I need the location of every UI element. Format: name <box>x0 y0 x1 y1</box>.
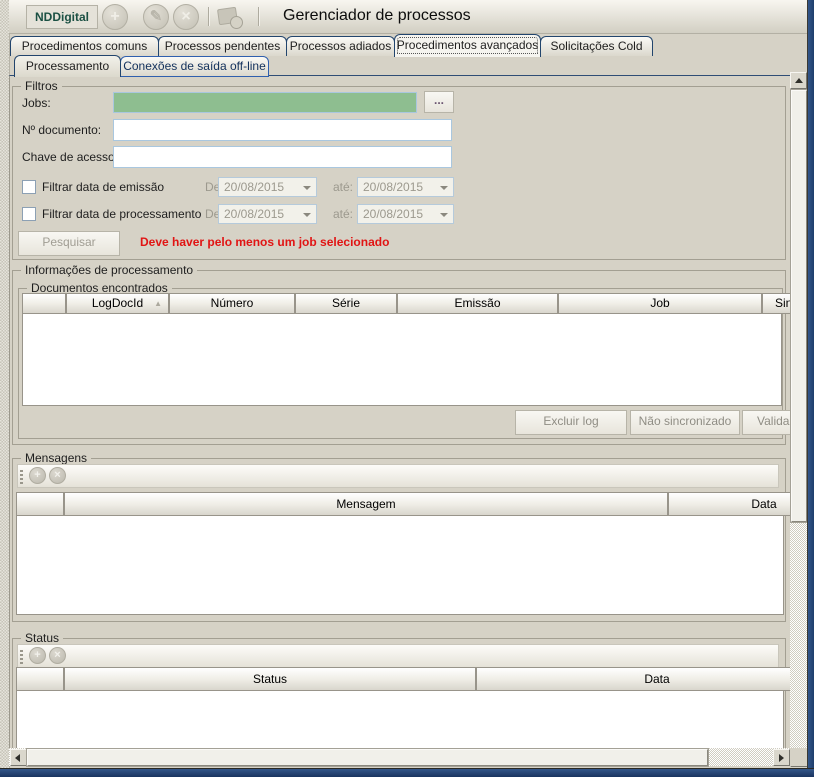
toolbar-separator <box>208 7 209 26</box>
scroll-left-button[interactable] <box>10 749 27 766</box>
tab-procedimentos-avancados[interactable]: Procedimentos avançados <box>394 34 541 57</box>
jobs-browse-button[interactable]: ... <box>424 91 454 113</box>
status-add-icon[interactable]: + <box>29 647 46 664</box>
processing-until-datepicker[interactable]: 20/08/2015 <box>357 204 454 224</box>
docs-col-emissao[interactable]: Emissão <box>397 293 558 314</box>
messages-col-selector[interactable] <box>16 492 64 516</box>
sort-ascending-icon: ▲ <box>154 294 162 313</box>
window-border-bottom <box>0 768 814 777</box>
messages-col-date[interactable]: Data <box>668 492 790 516</box>
window-border-right <box>807 0 814 777</box>
processing-until-value: 20/08/2015 <box>363 207 423 221</box>
chevron-down-icon <box>440 186 448 190</box>
arrow-right-icon <box>779 754 784 762</box>
edit-pencil-icon[interactable]: ✎ <box>143 4 169 30</box>
tab-processos-adiados[interactable]: Processos adiados <box>286 36 395 56</box>
scroll-up-button[interactable] <box>790 72 807 89</box>
filter-emission-label: Filtrar data de emissão <box>42 180 164 194</box>
docs-col-selector[interactable] <box>22 293 66 314</box>
jobs-field[interactable] <box>113 92 417 113</box>
processing-from-datepicker[interactable]: 20/08/2015 <box>218 204 317 224</box>
filter-emission-checkbox[interactable] <box>22 180 36 194</box>
cancel-icon[interactable]: × <box>173 4 199 30</box>
messages-remove-icon[interactable]: × <box>49 467 66 484</box>
validate-button[interactable]: Validar <box>742 410 790 435</box>
status-legend: Status <box>21 631 63 645</box>
filters-legend: Filtros <box>21 79 62 93</box>
messages-add-icon[interactable]: + <box>29 467 46 484</box>
horizontal-scrollbar-thumb[interactable] <box>27 749 708 766</box>
vertical-scrollbar-thumb[interactable] <box>791 90 807 522</box>
status-col-date[interactable]: Data <box>476 667 790 691</box>
emission-until-value: 20/08/2015 <box>363 180 423 194</box>
filter-processing-label: Filtrar data de processamento <box>42 207 201 221</box>
not-synchronized-button[interactable]: Não sincronizado <box>630 410 740 435</box>
toolbar-separator <box>258 7 259 26</box>
search-button[interactable]: Pesquisar <box>18 231 120 256</box>
tab-solicitacoes-cold[interactable]: Solicitações Cold <box>540 36 653 56</box>
filter-processing-checkbox[interactable] <box>22 207 36 221</box>
processing-until-label: até: <box>333 207 353 221</box>
page-title: Gerenciador de processos <box>283 7 471 25</box>
arrow-up-icon <box>795 78 803 83</box>
messages-col-message[interactable]: Mensagem <box>64 492 668 516</box>
jobs-label: Jobs: <box>22 96 51 110</box>
emission-until-datepicker[interactable]: 20/08/2015 <box>357 177 454 197</box>
access-key-label: Chave de acesso: <box>22 150 118 164</box>
scroll-right-button[interactable] <box>773 749 790 766</box>
brand-logo: NDDigital <box>26 5 98 29</box>
status-grid-body[interactable] <box>16 691 784 748</box>
status-col-selector[interactable] <box>16 667 64 691</box>
tab-processos-pendentes[interactable]: Processos pendentes <box>158 36 287 56</box>
chevron-down-icon <box>303 213 311 217</box>
status-toolbar <box>17 644 779 668</box>
document-number-label: Nº documento: <box>22 123 101 137</box>
emission-from-value: 20/08/2015 <box>224 180 284 194</box>
validation-warning-text: Deve haver pelo menos um job selecionado <box>140 235 389 249</box>
docs-col-job[interactable]: Job <box>558 293 762 314</box>
docs-col-sincronizado[interactable]: Sin <box>762 293 790 314</box>
status-col-status[interactable]: Status <box>64 667 476 691</box>
docs-col-logdocid-label: LogDocId <box>92 296 143 310</box>
messages-legend: Mensagens <box>21 451 91 465</box>
chevron-down-icon <box>440 213 448 217</box>
tab-processamento[interactable]: Processamento <box>14 55 121 77</box>
toolbar-grip-icon[interactable] <box>20 468 23 484</box>
status-remove-icon[interactable]: × <box>49 647 66 664</box>
tab-procedimentos-comuns[interactable]: Procedimentos comuns <box>10 36 159 56</box>
docs-col-serie[interactable]: Série <box>295 293 397 314</box>
document-number-input[interactable] <box>113 119 452 141</box>
messages-toolbar <box>17 464 779 488</box>
chevron-down-icon <box>303 186 311 190</box>
toolbar-grip-icon[interactable] <box>20 648 23 664</box>
emission-until-label: até: <box>333 180 353 194</box>
processing-from-value: 20/08/2015 <box>224 207 284 221</box>
processing-info-legend: Informações de processamento <box>21 263 197 277</box>
add-icon[interactable]: + <box>102 4 128 30</box>
docs-col-logdocid[interactable]: LogDocId ▲ <box>66 293 169 314</box>
scrollbar-corner <box>790 748 807 766</box>
arrow-left-icon <box>15 754 20 762</box>
app-window: NDDigital + ✎ × Gerenciador de processos… <box>0 0 814 777</box>
emission-from-datepicker[interactable]: 20/08/2015 <box>218 177 317 197</box>
messages-grid-body[interactable] <box>16 516 784 615</box>
tab-conexoes-saida-offline[interactable]: Conexões de saída off-line <box>120 56 269 77</box>
documents-grid-body[interactable] <box>22 314 782 406</box>
tab-page-content: Filtros Jobs: ... Nº documento: Chave de… <box>9 75 790 748</box>
docs-col-numero[interactable]: Número <box>169 293 295 314</box>
delete-log-button[interactable]: Excluir log <box>515 410 627 435</box>
process-icon-badge <box>230 16 243 29</box>
access-key-input[interactable] <box>113 146 452 168</box>
